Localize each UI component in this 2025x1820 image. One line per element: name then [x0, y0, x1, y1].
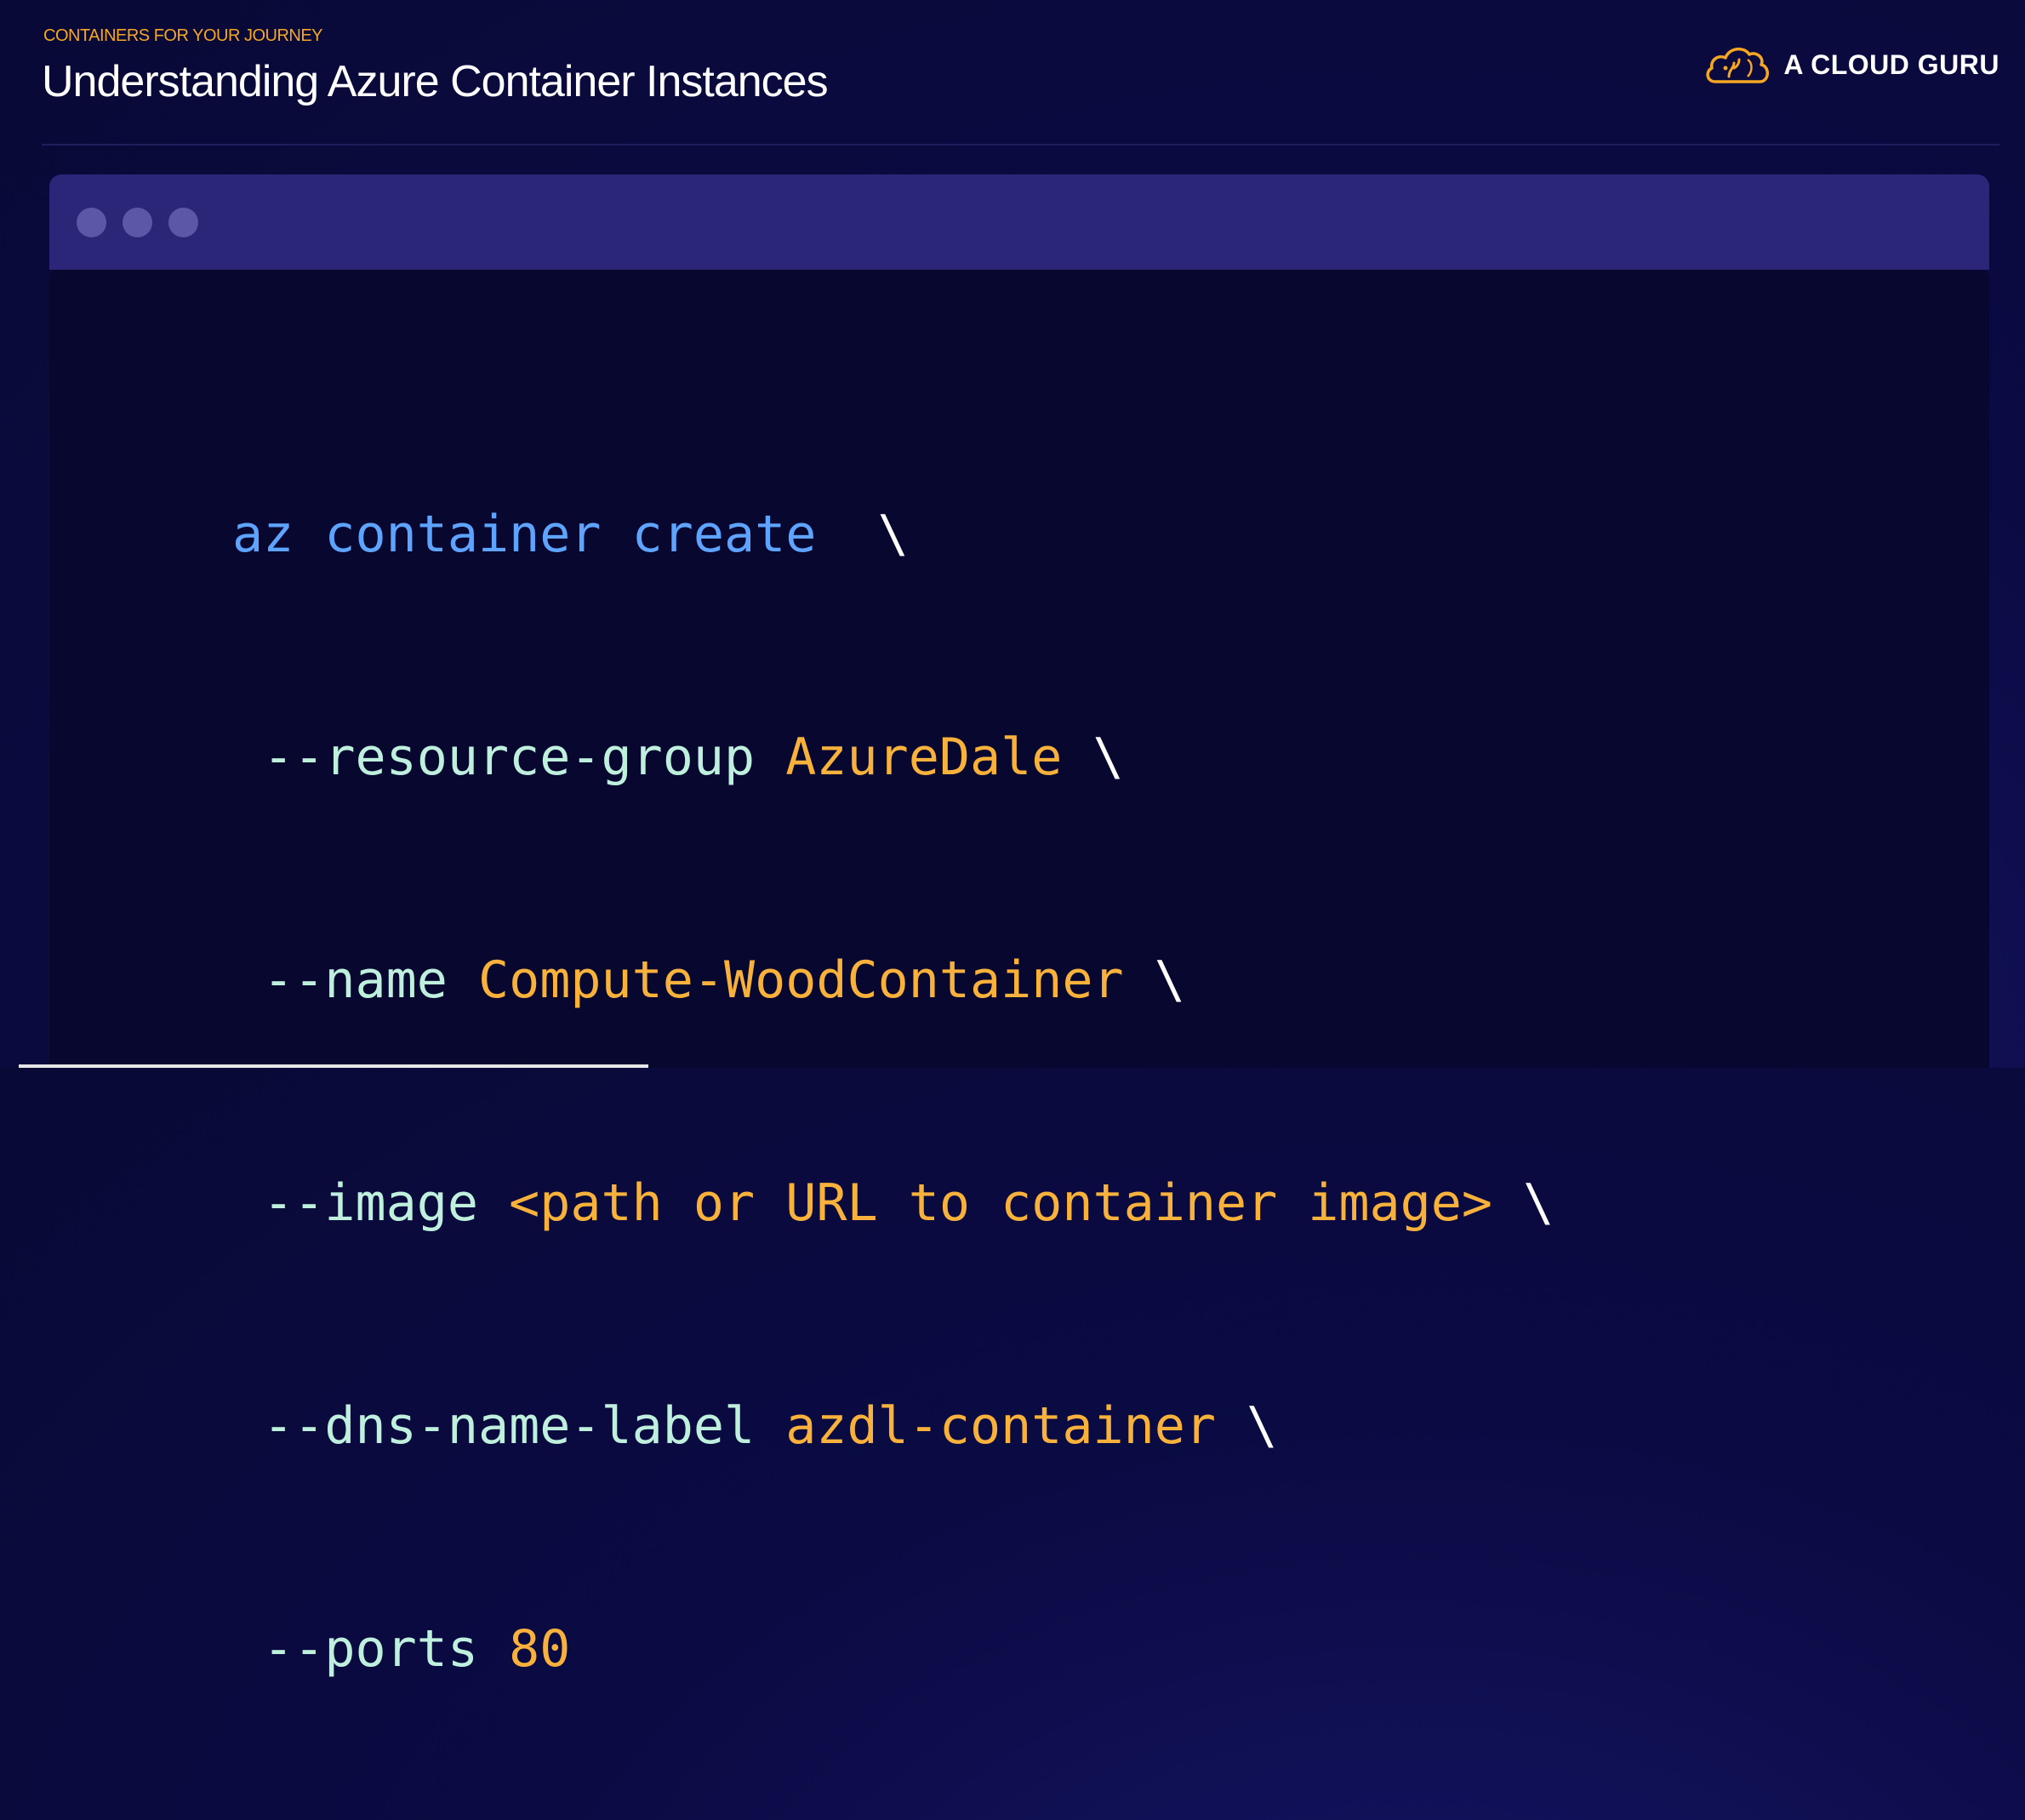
code-line: --resource-group AzureDale \ — [232, 705, 1554, 809]
section-kicker: CONTAINERS FOR YOUR JOURNEY — [43, 26, 323, 45]
code-continuation: \ — [1062, 727, 1124, 787]
code-area: az container create \ --resource-group A… — [49, 270, 1989, 1679]
code-window: az container create \ --resource-group A… — [49, 174, 1989, 1679]
code-value: 80 — [509, 1619, 571, 1679]
code-continuation: \ — [1492, 1173, 1554, 1233]
code-value: azdl-container — [785, 1396, 1216, 1456]
code-line: --name Compute-WoodContainer \ — [232, 928, 1554, 1032]
video-progress-bar[interactable] — [19, 1064, 648, 1068]
window-dot-2 — [123, 207, 152, 237]
code-line: az container create \ — [232, 482, 1554, 586]
code-continuation: \ — [1215, 1396, 1278, 1456]
code-flag: --dns-name-label — [263, 1396, 786, 1456]
code-value: <path or URL to container image> — [509, 1173, 1493, 1233]
code-line: --ports 80 — [232, 1597, 1554, 1701]
window-titlebar — [49, 174, 1989, 270]
cloud-logo-icon — [1706, 47, 1770, 83]
code-block: az container create \ --resource-group A… — [232, 363, 1554, 1820]
window-dot-1 — [77, 207, 106, 237]
page-title: Understanding Azure Container Instances — [42, 57, 829, 106]
window-dot-3 — [168, 207, 198, 237]
code-continuation: \ — [1123, 950, 1185, 1010]
brand-name: A CLOUD GURU — [1783, 48, 1999, 80]
code-value: AzureDale — [785, 727, 1063, 787]
code-flag: --image — [263, 1173, 510, 1233]
code-value: Compute-WoodContainer — [478, 950, 1124, 1010]
brand-logo: A CLOUD GURU — [1703, 43, 1999, 87]
code-continuation: \ — [816, 505, 909, 564]
header-divider — [42, 144, 1999, 145]
code-flag: --ports — [263, 1619, 510, 1679]
code-line: --image <path or URL to container image>… — [232, 1151, 1554, 1255]
code-flag: --resource-group — [263, 727, 786, 787]
code-command: az container create — [232, 505, 817, 564]
code-flag: --name — [263, 950, 478, 1010]
code-line: --dns-name-label azdl-container \ — [232, 1374, 1554, 1478]
